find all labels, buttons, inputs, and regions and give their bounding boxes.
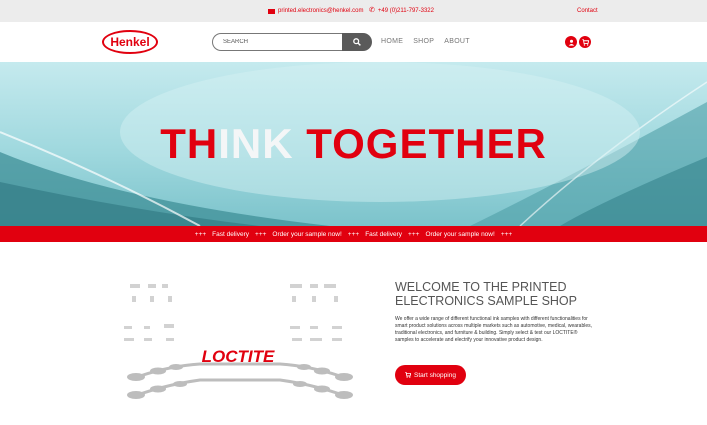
- search-input[interactable]: [212, 33, 342, 51]
- hero-banner: THINK TOGETHER: [0, 62, 707, 226]
- contact-link[interactable]: Contact: [577, 8, 598, 14]
- ticker-item: Fast delivery: [365, 230, 403, 238]
- email-text: printed.electronics@henkel.com: [278, 8, 364, 14]
- search-bar: [212, 33, 372, 51]
- ticker-item: Order your sample now!: [272, 230, 342, 238]
- nav-home[interactable]: HOME: [381, 38, 403, 45]
- product-image: LOCTITE: [124, 284, 353, 399]
- ticker-item: Order your sample now!: [425, 230, 495, 238]
- phone-text: +49 (0)211-797-3322: [377, 8, 434, 14]
- ticker-item: +++: [347, 230, 360, 238]
- top-bar: printed.electronics@henkel.com ✆ +49 (0)…: [0, 0, 707, 22]
- main-navigation: Henkel HOME SHOP ABOUT: [0, 22, 707, 62]
- promo-ticker: +++ Fast delivery +++ Order your sample …: [0, 226, 707, 242]
- start-shopping-label: Start shopping: [414, 371, 456, 379]
- nav-about[interactable]: ABOUT: [444, 38, 470, 45]
- email-link[interactable]: printed.electronics@henkel.com: [268, 8, 363, 14]
- welcome-text: We offer a wide range of different funct…: [395, 316, 593, 343]
- search-button[interactable]: [342, 33, 372, 51]
- search-icon: [353, 38, 361, 46]
- phone-link[interactable]: ✆ +49 (0)211-797-3322: [369, 7, 434, 14]
- nav-shop[interactable]: SHOP: [413, 38, 434, 45]
- hero-title: THINK TOGETHER: [160, 120, 547, 167]
- account-button[interactable]: [565, 36, 577, 48]
- cart-button[interactable]: [579, 36, 591, 48]
- phone-icon: ✆: [369, 7, 375, 14]
- cart-icon: [581, 38, 589, 46]
- henkel-logo[interactable]: Henkel: [102, 30, 158, 54]
- nav-icons: [565, 36, 591, 48]
- cart-icon: [405, 372, 412, 378]
- user-icon: [568, 39, 574, 46]
- welcome-heading: WELCOME TO THE PRINTED ELECTRONICS SAMPL…: [395, 280, 577, 308]
- ticker-item: +++: [194, 230, 207, 238]
- start-shopping-button[interactable]: Start shopping: [395, 365, 466, 385]
- nav-menu: HOME SHOP ABOUT: [381, 38, 470, 45]
- ticker-item: +++: [408, 230, 420, 238]
- welcome-section: WELCOME TO THE PRINTED ELECTRONICS SAMPL…: [395, 280, 605, 344]
- envelope-icon: [268, 8, 275, 14]
- ticker-item: +++: [255, 230, 267, 238]
- ticker-item: +++: [500, 230, 513, 238]
- ticker-item: Fast delivery: [212, 230, 250, 238]
- loctite-brand: LOCTITE: [202, 347, 275, 366]
